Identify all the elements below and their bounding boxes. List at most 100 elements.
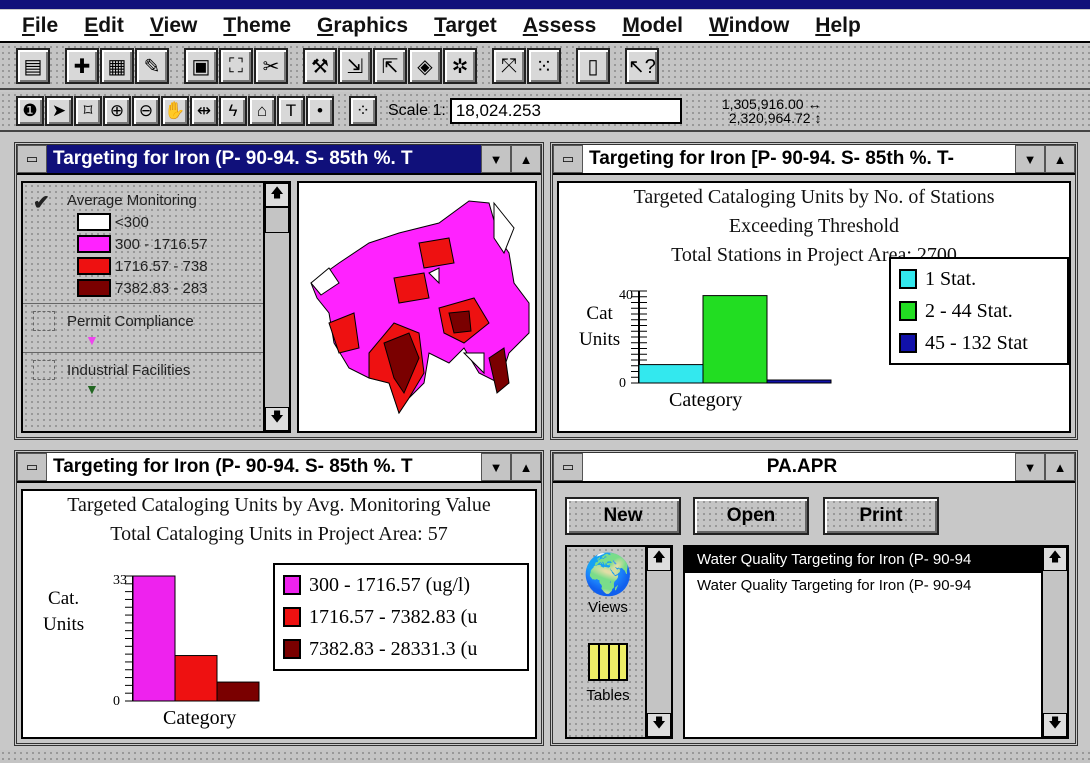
theme-visibility-checkbox[interactable] xyxy=(33,311,55,331)
minimize-button[interactable]: ▼ xyxy=(1015,453,1045,481)
document-item[interactable]: Water Quality Targeting for Iron (P- 90-… xyxy=(685,547,1041,573)
system-menu-icon[interactable]: ▭ xyxy=(17,145,47,173)
scroll-down-icon[interactable]: 🡇 xyxy=(647,713,671,737)
chart-area[interactable]: Targeted Cataloging Units by Avg. Monito… xyxy=(21,489,537,739)
menu-assess[interactable]: Assess xyxy=(523,14,597,38)
doc-type-views[interactable]: 🌍 Views xyxy=(573,551,643,616)
legend-swatch xyxy=(283,575,301,595)
menu-window[interactable]: Window xyxy=(709,14,789,38)
zoom-active-button[interactable]: ⤧ xyxy=(492,48,526,84)
toc-scrollbar[interactable]: 🡅 🡇 xyxy=(263,183,289,431)
hammer-icon: ⚒ xyxy=(311,55,329,78)
zoom-out-tool[interactable]: ⊖ xyxy=(132,96,160,126)
new-button[interactable]: New xyxy=(565,497,681,535)
theme-row[interactable]: ✔ Average Monitoring xyxy=(33,189,263,215)
hot-link-tool[interactable]: ϟ xyxy=(219,96,247,126)
help-pointer-button[interactable]: ↖? xyxy=(625,48,659,84)
menu-file[interactable]: File xyxy=(22,14,58,38)
print-button[interactable]: Print xyxy=(823,497,939,535)
bar-2[interactable] xyxy=(702,295,768,384)
menu-graphics[interactable]: Graphics xyxy=(317,14,408,38)
menu-help[interactable]: Help xyxy=(815,14,861,38)
save-button[interactable]: ▤ xyxy=(16,48,50,84)
minimize-button[interactable]: ▼ xyxy=(1015,145,1045,173)
label-tool[interactable]: ⌂ xyxy=(248,96,276,126)
doc-type-scrollbar[interactable]: 🡅 🡇 xyxy=(645,547,671,737)
system-menu-icon[interactable]: ▭ xyxy=(553,453,583,481)
scroll-up-icon[interactable]: 🡅 xyxy=(647,547,671,571)
zoom-full-button[interactable]: ✲ xyxy=(443,48,477,84)
bar-1[interactable] xyxy=(638,364,704,384)
chart-title-line: Exceeding Threshold xyxy=(728,215,900,237)
document-item[interactable]: Water Quality Targeting for Iron (P- 90-… xyxy=(685,573,1041,599)
measure-tool[interactable]: ⇹ xyxy=(190,96,218,126)
maximize-button[interactable]: ▲ xyxy=(1045,145,1075,173)
doc-type-tables[interactable]: Tables xyxy=(573,639,643,704)
map-display[interactable] xyxy=(297,181,537,433)
project-title-bar[interactable]: ▭ PA.APR ▼ ▲ xyxy=(553,453,1075,483)
menu-view[interactable]: View xyxy=(150,14,198,38)
export-button[interactable]: ⇱ xyxy=(373,48,407,84)
bar-2[interactable] xyxy=(174,655,218,702)
view-title-bar[interactable]: ▭ Targeting for Iron (P- 90-94. S- 85th … xyxy=(17,145,541,175)
pointer-tool[interactable]: ➤ xyxy=(45,96,73,126)
draw-point-tool[interactable]: • xyxy=(306,96,334,126)
theme-permit-compliance[interactable]: Permit Compliance ▼ xyxy=(23,303,263,352)
point-symbol-icon: ▼ xyxy=(85,332,99,348)
snap-tool[interactable]: ⁘ xyxy=(349,96,377,126)
bar-3[interactable] xyxy=(766,379,832,384)
hammer-button[interactable]: ⚒ xyxy=(303,48,337,84)
scroll-down-icon[interactable]: 🡇 xyxy=(1043,713,1067,737)
theme-average-monitoring[interactable]: ✔ Average Monitoring <300 300 - 1716.57 1716… xyxy=(23,183,263,303)
scale-input[interactable]: 18,024.253 xyxy=(449,98,682,124)
scroll-up-icon[interactable]: 🡅 xyxy=(265,183,289,207)
bar-1[interactable] xyxy=(132,575,176,702)
import-button[interactable]: ⇲ xyxy=(338,48,372,84)
maximize-button[interactable]: ▲ xyxy=(511,453,541,481)
theme-visibility-checkbox[interactable] xyxy=(33,360,55,380)
menu-model[interactable]: Model xyxy=(622,14,683,38)
locate-button[interactable]: ◈ xyxy=(408,48,442,84)
add-theme-button[interactable]: ✚ xyxy=(65,48,99,84)
pan-tool[interactable]: ✋ xyxy=(161,96,189,126)
menu-theme[interactable]: Theme xyxy=(223,14,291,38)
theme-industrial-facilities[interactable]: Industrial Facilities ▼ xyxy=(23,352,263,401)
find-button[interactable]: ⛶ xyxy=(219,48,253,84)
minimize-button[interactable]: ▼ xyxy=(481,145,511,173)
text-tool[interactable]: T xyxy=(277,96,305,126)
query-button[interactable]: ✂ xyxy=(254,48,288,84)
edit-legend-button[interactable]: ✎ xyxy=(135,48,169,84)
chart-area[interactable]: Targeted Cataloging Units by No. of Stat… xyxy=(557,181,1071,433)
system-menu-icon[interactable]: ▭ xyxy=(553,145,583,173)
open-button[interactable]: Open xyxy=(693,497,809,535)
menu-target[interactable]: Target xyxy=(434,14,497,38)
minimize-button[interactable]: ▼ xyxy=(481,453,511,481)
layout-button[interactable]: ▯ xyxy=(576,48,610,84)
system-menu-icon[interactable]: ▭ xyxy=(17,453,47,481)
maximize-button[interactable]: ▲ xyxy=(1045,453,1075,481)
scroll-down-icon[interactable]: 🡇 xyxy=(265,407,289,431)
scroll-thumb[interactable] xyxy=(265,207,289,233)
zoom-in-tool[interactable]: ⊕ xyxy=(103,96,131,126)
theme-row[interactable]: Permit Compliance xyxy=(33,310,263,332)
measure-icon: ⇹ xyxy=(196,101,212,120)
coordinate-readout: 1,305,916.00 ↔ 2,320,964.72 ↕ xyxy=(721,96,822,126)
menu-edit[interactable]: Edit xyxy=(84,14,124,38)
select-all-button[interactable]: ⁙ xyxy=(527,48,561,84)
chart-title-bar[interactable]: ▭ Targeting for Iron [P- 90-94. S- 85th … xyxy=(553,145,1075,175)
bar-3[interactable] xyxy=(216,681,260,702)
legend-class: 300 - 1716.57 xyxy=(33,233,263,255)
identify-tool[interactable]: ❶ xyxy=(16,96,44,126)
theme-visibility-checkbox[interactable]: ✔ xyxy=(33,190,55,214)
chart-title-bar[interactable]: ▭ Targeting for Iron (P- 90-94. S- 85th … xyxy=(17,453,541,483)
scroll-up-icon[interactable]: 🡅 xyxy=(1043,547,1067,571)
document-scrollbar[interactable]: 🡅 🡇 xyxy=(1041,547,1067,737)
view-window: ▭ Targeting for Iron (P- 90-94. S- 85th … xyxy=(14,142,544,440)
maximize-button[interactable]: ▲ xyxy=(511,145,541,173)
app-title-bar xyxy=(0,0,1090,9)
theme-row[interactable]: Industrial Facilities xyxy=(33,359,263,381)
theme-properties-button[interactable]: ▦ xyxy=(100,48,134,84)
table-button[interactable]: ▣ xyxy=(184,48,218,84)
vertex-edit-tool[interactable]: ⌑ xyxy=(74,96,102,126)
chart-title-line: Targeted Cataloging Units by No. of Stat… xyxy=(633,186,995,208)
